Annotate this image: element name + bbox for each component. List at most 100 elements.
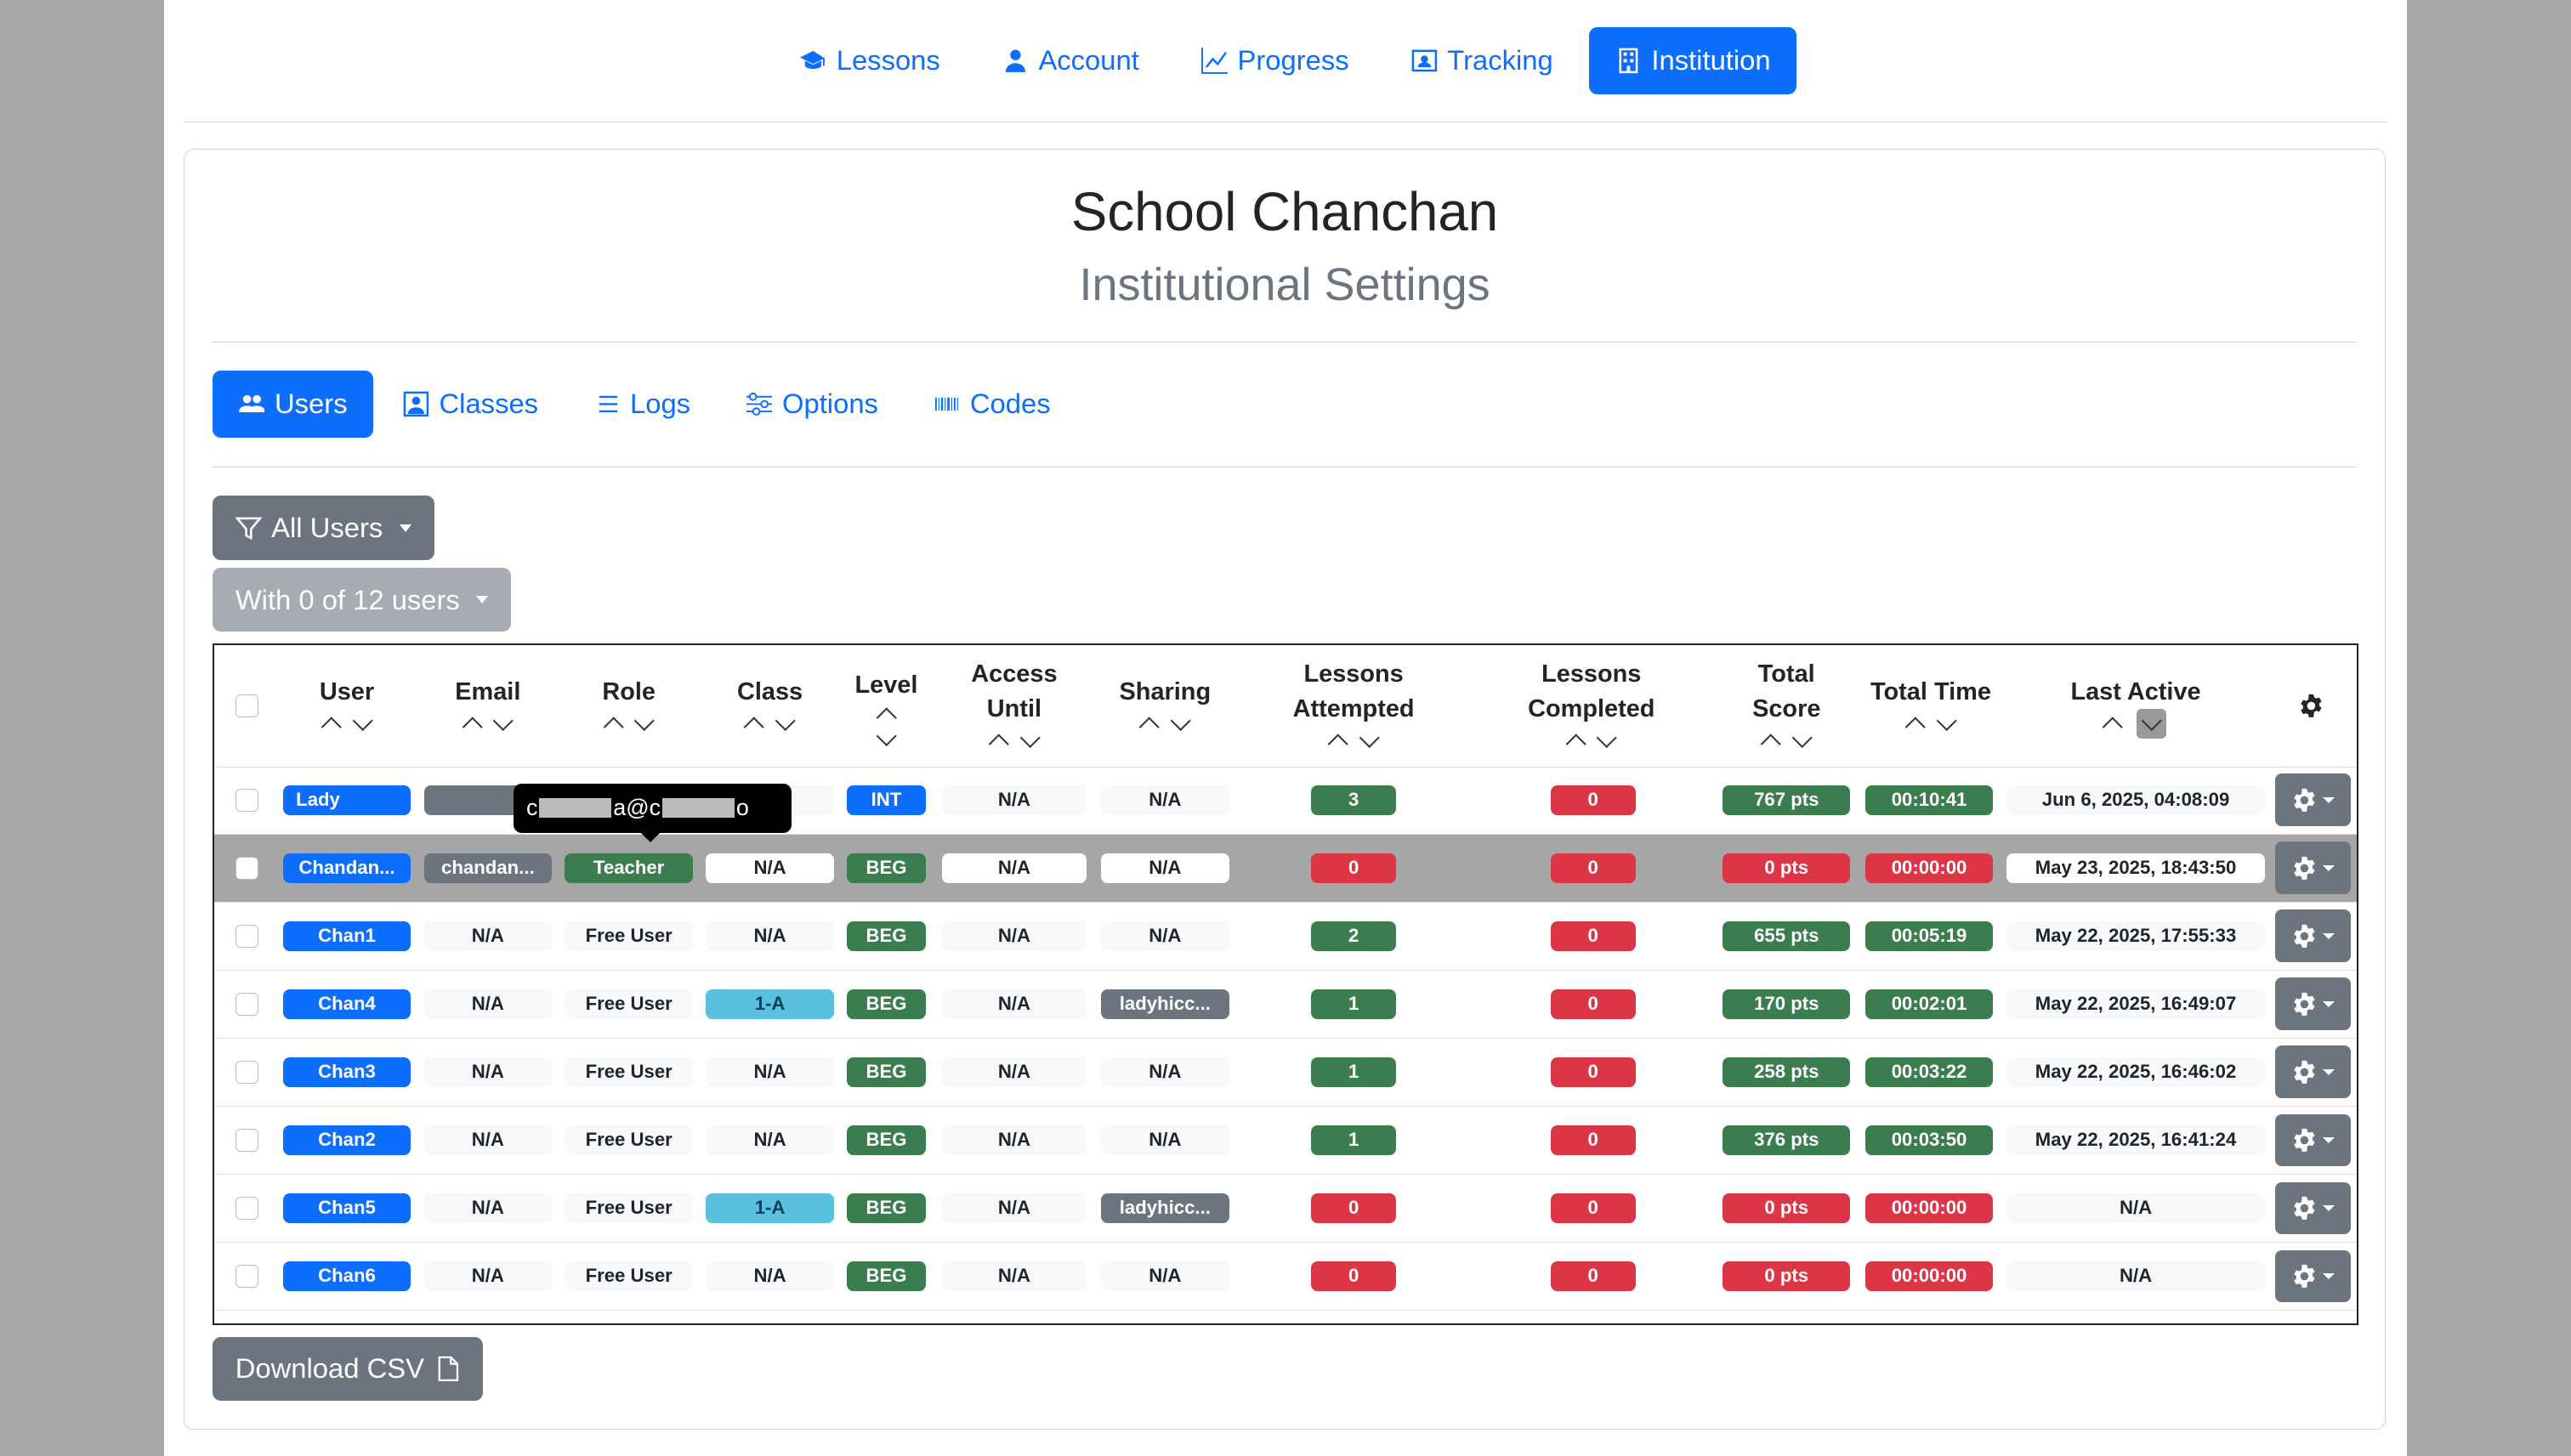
sort-desc-icon[interactable] [775, 710, 797, 731]
sort-desc-icon[interactable] [1359, 727, 1380, 749]
tab-users[interactable]: Users [212, 370, 374, 438]
table-row[interactable]: Chan4 N/A Free User 1-A BEG N/A ladyhicc... 1 0 1… [213, 971, 2358, 1039]
row-actions-button[interactable] [2274, 1249, 2351, 1303]
row-checkbox[interactable] [235, 856, 258, 880]
nav-institution[interactable]: Institution [1589, 26, 1797, 94]
select-all-checkbox[interactable] [235, 694, 258, 717]
score-badge: 376 pts [1723, 1125, 1851, 1155]
user-badge[interactable]: Chan5 [282, 1193, 411, 1223]
role-badge: Free User [565, 921, 693, 951]
sort-desc-icon[interactable] [351, 710, 373, 731]
cell-user: Lady [282, 767, 411, 834]
sort-desc-icon[interactable] [633, 710, 656, 731]
cell-last: May 22, 2025, 16:41:24 [2006, 1107, 2266, 1174]
table-row[interactable]: Chandan... chandan... Teacher N/A BEG N/A N/A 0… [213, 834, 2358, 903]
row-checkbox[interactable] [235, 1196, 258, 1220]
row-checkbox[interactable] [235, 1060, 258, 1084]
table-row[interactable]: Chan5 N/A Free User 1-A BEG N/A ladyhicc... 0 0 0… [213, 1175, 2358, 1243]
sort-asc-icon[interactable] [1565, 734, 1586, 755]
nav-lessons[interactable]: Lessons [774, 27, 966, 94]
email-badge[interactable]: chandan... [423, 853, 553, 883]
cell-attempted: 0 [1310, 1243, 1397, 1310]
sort-asc-icon[interactable] [2102, 717, 2124, 738]
cell-completed: 0 [1550, 971, 1636, 1038]
sort-desc-icon[interactable] [492, 710, 514, 731]
bulk-action-button[interactable]: With 0 of 12 users [212, 568, 512, 632]
user-badge[interactable]: Chan2 [282, 1125, 411, 1155]
tab-logs[interactable]: Logs [568, 371, 717, 438]
row-actions-button[interactable] [2274, 1113, 2351, 1167]
sort-desc-icon[interactable] [876, 725, 897, 747]
sort-asc-icon[interactable] [1904, 717, 1926, 738]
nav-account[interactable]: Account [976, 27, 1166, 94]
completed-badge: 0 [1550, 1261, 1636, 1291]
table-row[interactable]: Chan6 N/A Free User N/A BEG N/A N/A 0 0 0 pts 00:0… [213, 1243, 2358, 1311]
user-badge[interactable]: Lady [282, 785, 411, 815]
email-badge[interactable]: N/A [423, 921, 553, 951]
sort-desc-icon[interactable] [1791, 727, 1813, 749]
sort-asc-icon[interactable] [988, 734, 1009, 755]
email-badge[interactable]: N/A [423, 1057, 553, 1087]
row-checkbox[interactable] [235, 788, 258, 812]
sort-desc-icon[interactable] [1596, 727, 1618, 749]
class-badge: N/A [706, 853, 834, 883]
cell-user: Chan5 [282, 1175, 411, 1242]
user-badge[interactable]: Chan3 [282, 1057, 411, 1087]
download-csv-button[interactable]: Download CSV [212, 1336, 484, 1401]
sort-desc-icon[interactable] [1019, 727, 1041, 749]
row-actions-button[interactable] [2274, 1181, 2351, 1235]
cell-score: 0 pts [1723, 835, 1851, 902]
email-badge[interactable]: N/A [423, 989, 553, 1019]
cell-sharing: ladyhicc... [1101, 971, 1229, 1038]
row-actions-button[interactable] [2274, 977, 2351, 1031]
caret-down-icon [2322, 864, 2335, 871]
user-badge[interactable]: Chan4 [282, 989, 411, 1019]
sort-asc-icon[interactable] [462, 717, 483, 738]
col-score-label-2: Score [1752, 694, 1821, 722]
sort-asc-icon[interactable] [603, 717, 624, 738]
cell-attempted: 1 [1310, 971, 1397, 1038]
user-badge[interactable]: Chan6 [282, 1261, 411, 1291]
nav-progress[interactable]: Progress [1175, 27, 1375, 94]
sort-asc-icon[interactable] [1327, 734, 1349, 755]
email-badge[interactable]: N/A [423, 1193, 553, 1223]
row-checkbox[interactable] [235, 924, 258, 948]
row-actions-button[interactable] [2274, 841, 2351, 895]
sort-desc-active[interactable] [2137, 709, 2166, 739]
cell-email: N/A [423, 1243, 553, 1310]
class-badge: 1-A [706, 989, 834, 1019]
row-checkbox[interactable] [235, 992, 258, 1016]
row-checkbox[interactable] [235, 1128, 258, 1152]
user-badge[interactable]: Chandan... [282, 853, 411, 883]
cell-class: N/A [706, 1107, 834, 1174]
nav-tracking[interactable]: Tracking [1385, 27, 1580, 94]
user-badge[interactable]: Chan1 [282, 921, 411, 951]
email-badge[interactable]: N/A [423, 1261, 553, 1291]
tab-codes[interactable]: Codes [908, 371, 1077, 438]
tab-options[interactable]: Options [720, 371, 905, 438]
gear-icon[interactable] [2298, 693, 2324, 719]
sort-asc-icon[interactable] [1760, 734, 1782, 755]
access-badge: N/A [942, 785, 1087, 815]
file-csv-icon [438, 1356, 458, 1382]
tab-classes[interactable]: Classes [377, 371, 565, 438]
row-actions-button[interactable] [2274, 773, 2351, 827]
nav-lessons-label: Lessons [836, 44, 940, 76]
table-row[interactable]: Chan1 N/A Free User N/A BEG N/A N/A 2 0 655 pts 00… [213, 903, 2358, 971]
email-badge[interactable]: N/A [423, 1125, 553, 1155]
table-row[interactable]: Chan3 N/A Free User N/A BEG N/A N/A 1 0 258 pts 00… [213, 1039, 2358, 1107]
page-subtitle: Institutional Settings [1079, 258, 1490, 310]
row-checkbox[interactable] [235, 1264, 258, 1288]
sort-asc-icon[interactable] [321, 717, 342, 738]
all-users-filter-button[interactable]: All Users [212, 496, 434, 560]
sort-desc-icon[interactable] [1170, 710, 1191, 731]
row-actions-cell [2273, 1107, 2352, 1174]
table-row[interactable]: Chan2 N/A Free User N/A BEG N/A N/A 1 0 376 pts 00… [213, 1107, 2358, 1175]
sort-asc-icon[interactable] [1138, 717, 1161, 738]
row-actions-button[interactable] [2274, 1045, 2351, 1099]
table-header: User Email Role Class Level Access Until… [213, 645, 2358, 768]
row-actions-button[interactable] [2274, 909, 2351, 963]
sort-asc-icon[interactable] [743, 717, 765, 738]
sort-desc-icon[interactable] [1936, 710, 1957, 731]
cell-email: N/A [423, 903, 553, 970]
